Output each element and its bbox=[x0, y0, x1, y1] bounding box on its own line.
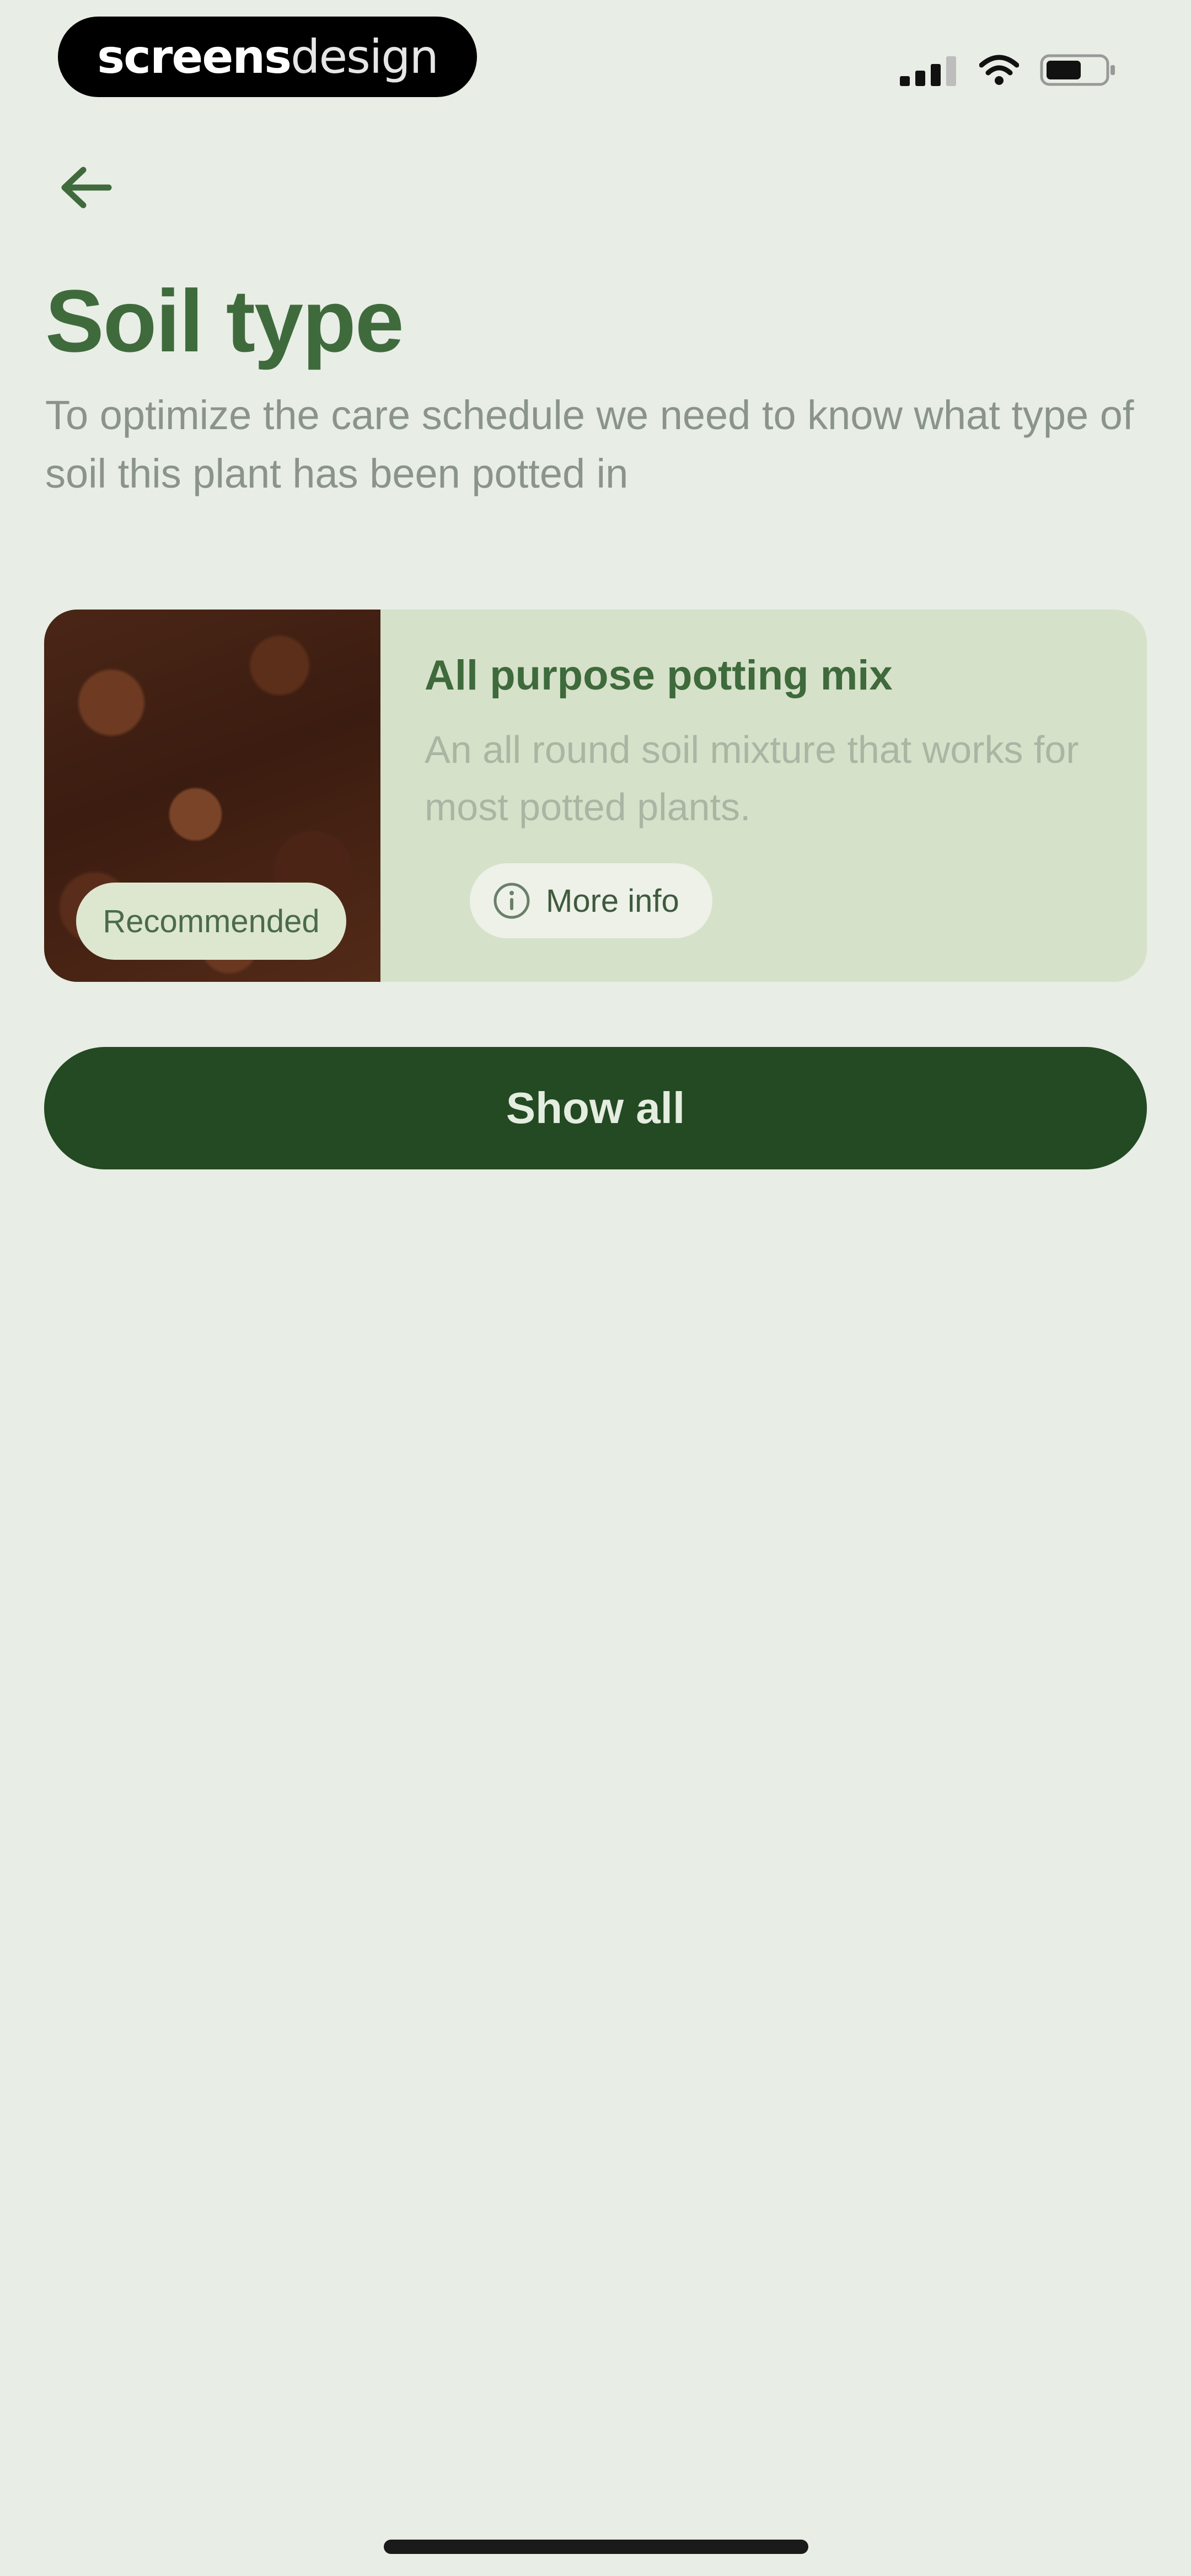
home-indicator[interactable] bbox=[384, 2540, 808, 2554]
more-info-button[interactable]: More info bbox=[470, 863, 712, 938]
recommended-badge: Recommended bbox=[76, 883, 346, 960]
brand-logo-bold: screens bbox=[97, 30, 292, 84]
info-icon bbox=[493, 883, 530, 919]
brand-logo-light: design bbox=[291, 30, 439, 84]
soil-image: Recommended bbox=[44, 610, 380, 982]
status-bar: screens design bbox=[0, 0, 1191, 110]
signal-icon bbox=[900, 56, 956, 86]
back-button[interactable] bbox=[50, 154, 121, 221]
page-subtitle: To optimize the care schedule we need to… bbox=[45, 392, 1134, 496]
arrow-left-icon bbox=[61, 167, 112, 209]
soil-option-details: All purpose potting mix An all round soi… bbox=[425, 648, 1114, 836]
more-info-label: More info bbox=[546, 883, 679, 919]
wifi-icon bbox=[979, 55, 1019, 85]
soil-option-description: An all round soil mixture that works for… bbox=[425, 728, 1079, 829]
show-all-button[interactable]: Show all bbox=[44, 1047, 1147, 1169]
soil-option-title: All purpose potting mix bbox=[425, 652, 893, 699]
brand-logo: screens design bbox=[58, 17, 477, 97]
page-title: Soil type bbox=[45, 271, 404, 370]
soil-option-card[interactable]: Recommended All purpose potting mix An a… bbox=[44, 610, 1147, 982]
battery-icon bbox=[1040, 54, 1115, 86]
